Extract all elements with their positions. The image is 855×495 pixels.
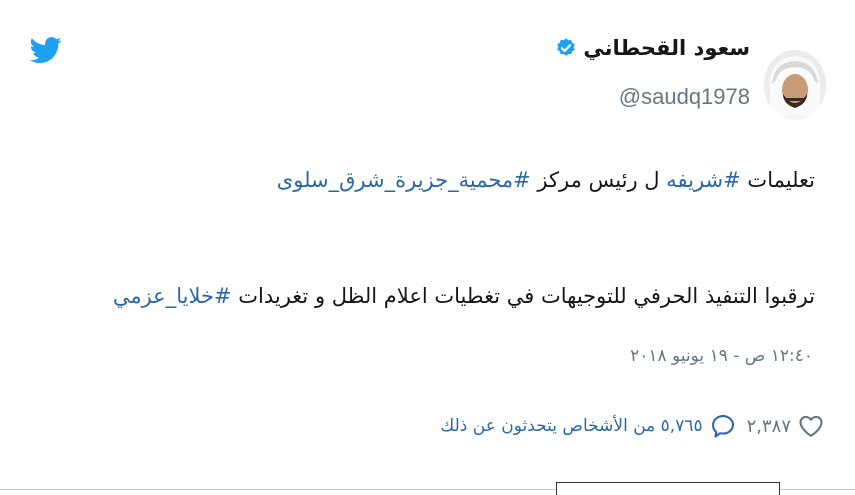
hashtag-link[interactable]: #محمية_جزيرة_شرق_سلوى bbox=[277, 168, 531, 192]
verified-badge-icon bbox=[557, 38, 576, 56]
display-name-row: سعود القحطاني bbox=[555, 36, 750, 60]
twitter-bird-icon[interactable] bbox=[28, 34, 64, 66]
hashtag-link[interactable]: #خلايا_عزمي bbox=[113, 284, 232, 308]
tweet-text-line-1: تعليمات #شريفه ل رئيس مركز #محمية_جزيرة_… bbox=[277, 168, 815, 192]
conversation-action[interactable]: ٥,٧٦٥ من الأشخاص يتحدثون عن ذلك bbox=[440, 412, 736, 440]
tweet-text: ل رئيس مركز bbox=[530, 168, 667, 192]
tweet-text: تعليمات bbox=[740, 168, 815, 192]
tweet-text-line-2: ترقبوا التنفيذ الحرفي للتوجيهات في تغطيا… bbox=[113, 284, 815, 308]
tweet-timestamp[interactable]: ١٢:٤٠ ص - ١٩ يونيو ٢٠١٨ bbox=[630, 346, 813, 366]
likes-count: ٢,٣٨٧ bbox=[746, 415, 791, 437]
avatar[interactable] bbox=[764, 50, 826, 120]
embedded-tweet-card: سعود القحطاني @saudq1978 تعليمات #شريفه … bbox=[0, 0, 855, 495]
display-name[interactable]: سعود القحطاني bbox=[583, 36, 750, 60]
user-handle[interactable]: @saudq1978 bbox=[619, 84, 750, 110]
tweet-actions: ٢,٣٨٧ ٥,٧٦٥ من الأشخاص يتحدثون عن ذلك bbox=[440, 412, 825, 440]
bottom-box bbox=[556, 482, 780, 495]
speech-bubble-icon[interactable] bbox=[709, 412, 737, 440]
hashtag-link[interactable]: #شريفه bbox=[666, 168, 741, 192]
people-talking-link[interactable]: ٥,٧٦٥ من الأشخاص يتحدثون عن ذلك bbox=[440, 416, 702, 436]
like-action[interactable]: ٢,٣٨٧ bbox=[747, 412, 825, 440]
avatar-image bbox=[764, 50, 826, 120]
tweet-text: ترقبوا التنفيذ الحرفي للتوجيهات في تغطيا… bbox=[231, 284, 815, 308]
heart-icon[interactable] bbox=[797, 412, 825, 440]
